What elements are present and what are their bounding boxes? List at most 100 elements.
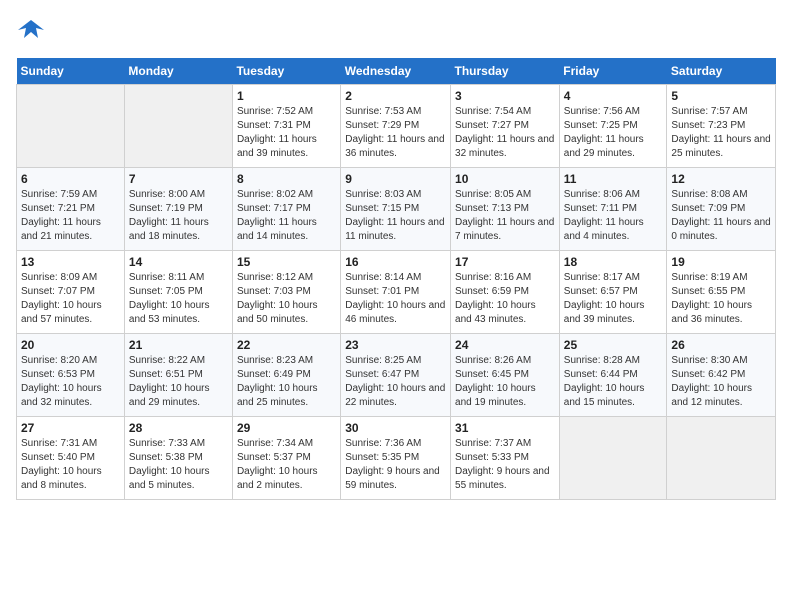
day-number: 18: [564, 255, 663, 269]
day-detail: Sunrise: 8:02 AMSunset: 7:17 PMDaylight:…: [237, 188, 336, 244]
day-detail: Sunrise: 7:53 AMSunset: 7:29 PMDaylight:…: [345, 105, 446, 161]
col-header-monday: Monday: [124, 58, 232, 85]
day-detail: Sunrise: 8:17 AMSunset: 6:57 PMDaylight:…: [564, 271, 663, 327]
day-number: 29: [237, 421, 336, 435]
calendar-cell: [17, 85, 125, 168]
col-header-tuesday: Tuesday: [232, 58, 340, 85]
calendar-cell: 15 Sunrise: 8:12 AMSunset: 7:03 PMDayligh…: [232, 251, 340, 334]
day-number: 25: [564, 338, 663, 352]
day-number: 9: [345, 172, 446, 186]
day-number: 21: [129, 338, 228, 352]
day-number: 15: [237, 255, 336, 269]
day-detail: Sunrise: 8:20 AMSunset: 6:53 PMDaylight:…: [21, 354, 120, 410]
calendar-cell: 18 Sunrise: 8:17 AMSunset: 6:57 PMDayligh…: [559, 251, 667, 334]
day-detail: Sunrise: 7:57 AMSunset: 7:23 PMDaylight:…: [671, 105, 771, 161]
day-number: 19: [671, 255, 771, 269]
day-number: 17: [455, 255, 555, 269]
day-detail: Sunrise: 8:11 AMSunset: 7:05 PMDaylight:…: [129, 271, 228, 327]
day-detail: Sunrise: 8:25 AMSunset: 6:47 PMDaylight:…: [345, 354, 446, 410]
day-detail: Sunrise: 8:23 AMSunset: 6:49 PMDaylight:…: [237, 354, 336, 410]
day-number: 4: [564, 89, 663, 103]
calendar-cell: 26 Sunrise: 8:30 AMSunset: 6:42 PMDayligh…: [667, 334, 776, 417]
day-number: 20: [21, 338, 120, 352]
day-detail: Sunrise: 8:28 AMSunset: 6:44 PMDaylight:…: [564, 354, 663, 410]
day-detail: Sunrise: 8:19 AMSunset: 6:55 PMDaylight:…: [671, 271, 771, 327]
calendar-cell: 20 Sunrise: 8:20 AMSunset: 6:53 PMDayligh…: [17, 334, 125, 417]
calendar-cell: 1 Sunrise: 7:52 AMSunset: 7:31 PMDaylight…: [232, 85, 340, 168]
calendar-cell: 17 Sunrise: 8:16 AMSunset: 6:59 PMDayligh…: [451, 251, 560, 334]
day-detail: Sunrise: 7:37 AMSunset: 5:33 PMDaylight:…: [455, 437, 555, 493]
day-number: 27: [21, 421, 120, 435]
calendar-cell: 28 Sunrise: 7:33 AMSunset: 5:38 PMDayligh…: [124, 417, 232, 500]
day-number: 5: [671, 89, 771, 103]
day-detail: Sunrise: 8:03 AMSunset: 7:15 PMDaylight:…: [345, 188, 446, 244]
day-number: 8: [237, 172, 336, 186]
day-detail: Sunrise: 7:52 AMSunset: 7:31 PMDaylight:…: [237, 105, 336, 161]
calendar-cell: 12 Sunrise: 8:08 AMSunset: 7:09 PMDayligh…: [667, 168, 776, 251]
day-detail: Sunrise: 8:30 AMSunset: 6:42 PMDaylight:…: [671, 354, 771, 410]
day-number: 14: [129, 255, 228, 269]
day-number: 16: [345, 255, 446, 269]
day-detail: Sunrise: 8:06 AMSunset: 7:11 PMDaylight:…: [564, 188, 663, 244]
day-detail: Sunrise: 7:54 AMSunset: 7:27 PMDaylight:…: [455, 105, 555, 161]
calendar-cell: 19 Sunrise: 8:19 AMSunset: 6:55 PMDayligh…: [667, 251, 776, 334]
day-number: 1: [237, 89, 336, 103]
calendar-cell: 21 Sunrise: 8:22 AMSunset: 6:51 PMDayligh…: [124, 334, 232, 417]
day-number: 28: [129, 421, 228, 435]
day-number: 12: [671, 172, 771, 186]
day-number: 13: [21, 255, 120, 269]
day-detail: Sunrise: 7:36 AMSunset: 5:35 PMDaylight:…: [345, 437, 446, 493]
day-detail: Sunrise: 8:09 AMSunset: 7:07 PMDaylight:…: [21, 271, 120, 327]
day-number: 7: [129, 172, 228, 186]
day-detail: Sunrise: 8:12 AMSunset: 7:03 PMDaylight:…: [237, 271, 336, 327]
calendar-cell: 31 Sunrise: 7:37 AMSunset: 5:33 PMDayligh…: [451, 417, 560, 500]
calendar-cell: 27 Sunrise: 7:31 AMSunset: 5:40 PMDayligh…: [17, 417, 125, 500]
calendar-cell: 16 Sunrise: 8:14 AMSunset: 7:01 PMDayligh…: [341, 251, 451, 334]
day-number: 24: [455, 338, 555, 352]
day-number: 10: [455, 172, 555, 186]
day-detail: Sunrise: 8:26 AMSunset: 6:45 PMDaylight:…: [455, 354, 555, 410]
calendar-cell: 2Sunrise: 7:53 AMSunset: 7:29 PMDaylight…: [341, 85, 451, 168]
calendar-cell: 22 Sunrise: 8:23 AMSunset: 6:49 PMDayligh…: [232, 334, 340, 417]
calendar-cell: 29 Sunrise: 7:34 AMSunset: 5:37 PMDayligh…: [232, 417, 340, 500]
col-header-sunday: Sunday: [17, 58, 125, 85]
day-number: 26: [671, 338, 771, 352]
calendar-cell: 24 Sunrise: 8:26 AMSunset: 6:45 PMDayligh…: [451, 334, 560, 417]
calendar-cell: 30 Sunrise: 7:36 AMSunset: 5:35 PMDayligh…: [341, 417, 451, 500]
calendar-cell: 8 Sunrise: 8:02 AMSunset: 7:17 PMDaylight…: [232, 168, 340, 251]
calendar-cell: 5 Sunrise: 7:57 AMSunset: 7:23 PMDaylight…: [667, 85, 776, 168]
day-detail: Sunrise: 7:33 AMSunset: 5:38 PMDaylight:…: [129, 437, 228, 493]
calendar-cell: [124, 85, 232, 168]
calendar-table: SundayMondayTuesdayWednesdayThursdayFrid…: [16, 58, 776, 500]
col-header-wednesday: Wednesday: [341, 58, 451, 85]
day-number: 31: [455, 421, 555, 435]
page-header: [16, 16, 776, 46]
day-number: 23: [345, 338, 446, 352]
day-number: 3: [455, 89, 555, 103]
logo-bird-icon: [16, 16, 46, 46]
day-detail: Sunrise: 7:56 AMSunset: 7:25 PMDaylight:…: [564, 105, 663, 161]
day-number: 22: [237, 338, 336, 352]
calendar-cell: 25 Sunrise: 8:28 AMSunset: 6:44 PMDayligh…: [559, 334, 667, 417]
day-detail: Sunrise: 7:31 AMSunset: 5:40 PMDaylight:…: [21, 437, 120, 493]
day-number: 6: [21, 172, 120, 186]
calendar-cell: 7 Sunrise: 8:00 AMSunset: 7:19 PMDaylight…: [124, 168, 232, 251]
calendar-cell: 3 Sunrise: 7:54 AMSunset: 7:27 PMDaylight…: [451, 85, 560, 168]
calendar-cell: 14 Sunrise: 8:11 AMSunset: 7:05 PMDayligh…: [124, 251, 232, 334]
day-detail: Sunrise: 8:22 AMSunset: 6:51 PMDaylight:…: [129, 354, 228, 410]
col-header-friday: Friday: [559, 58, 667, 85]
day-detail: Sunrise: 8:00 AMSunset: 7:19 PMDaylight:…: [129, 188, 228, 244]
day-detail: Sunrise: 8:14 AMSunset: 7:01 PMDaylight:…: [345, 271, 446, 327]
day-detail: Sunrise: 7:59 AMSunset: 7:21 PMDaylight:…: [21, 188, 120, 244]
calendar-cell: 11Sunrise: 8:06 AMSunset: 7:11 PMDayligh…: [559, 168, 667, 251]
calendar-cell: 9 Sunrise: 8:03 AMSunset: 7:15 PMDaylight…: [341, 168, 451, 251]
calendar-cell: 6 Sunrise: 7:59 AMSunset: 7:21 PMDaylight…: [17, 168, 125, 251]
calendar-cell: 4 Sunrise: 7:56 AMSunset: 7:25 PMDaylight…: [559, 85, 667, 168]
calendar-cell: [559, 417, 667, 500]
day-detail: Sunrise: 8:16 AMSunset: 6:59 PMDaylight:…: [455, 271, 555, 327]
day-detail: Sunrise: 8:05 AMSunset: 7:13 PMDaylight:…: [455, 188, 555, 244]
day-detail: Sunrise: 8:08 AMSunset: 7:09 PMDaylight:…: [671, 188, 771, 244]
day-number: 30: [345, 421, 446, 435]
day-detail: Sunrise: 7:34 AMSunset: 5:37 PMDaylight:…: [237, 437, 336, 493]
calendar-cell: 23 Sunrise: 8:25 AMSunset: 6:47 PMDayligh…: [341, 334, 451, 417]
